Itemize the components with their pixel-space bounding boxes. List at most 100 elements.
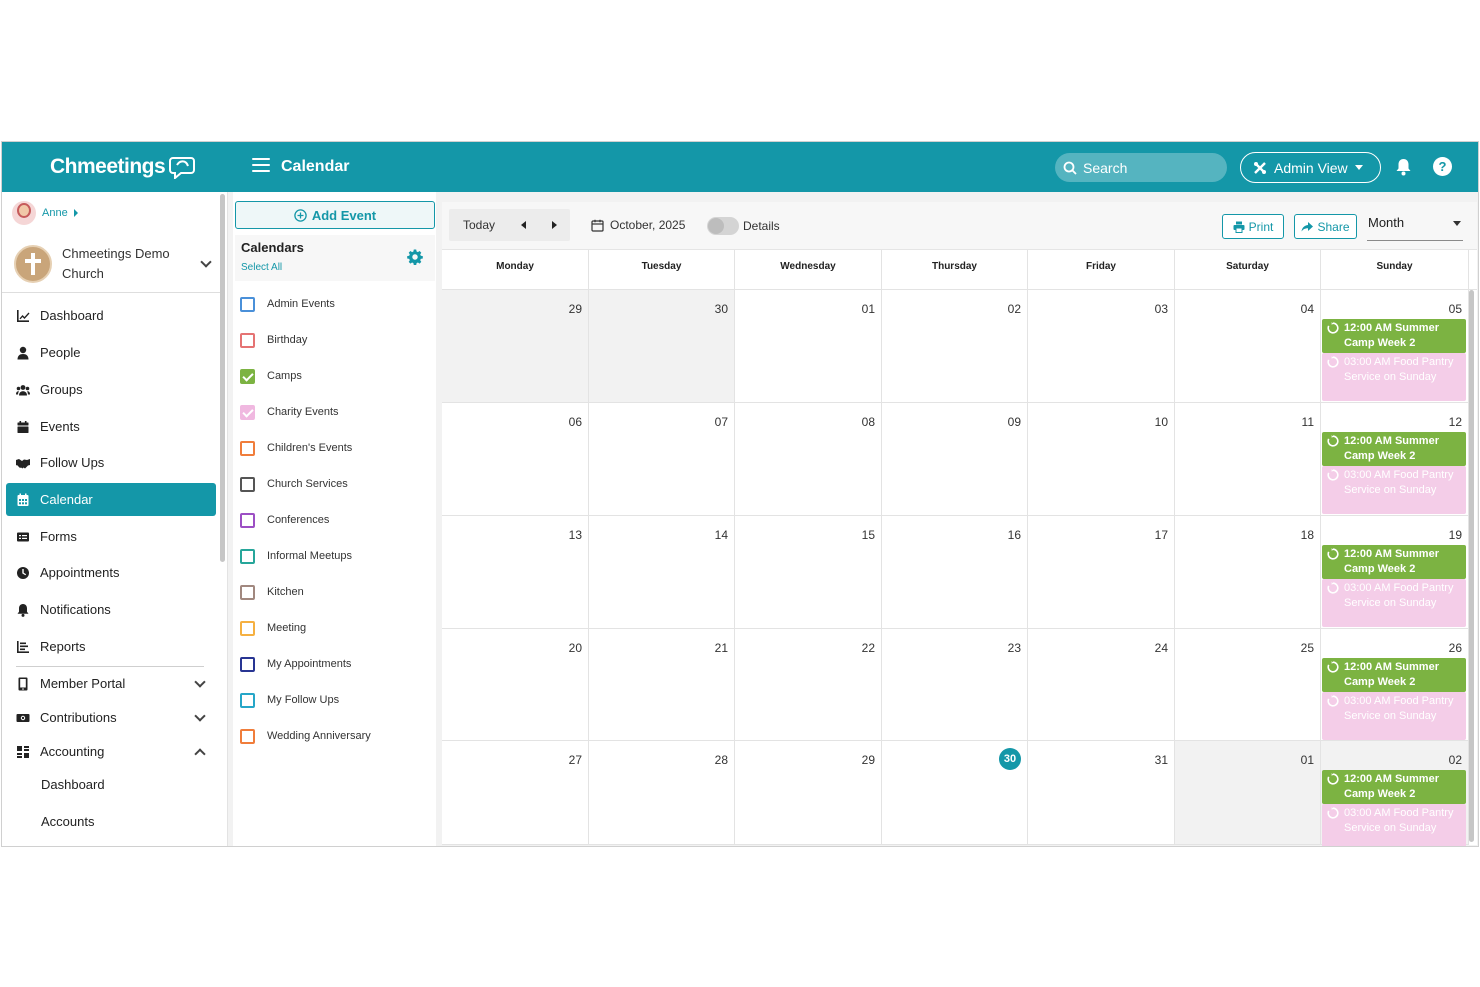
calendar-filter-item[interactable]: Conferences [240,512,329,528]
calendar-checkbox[interactable] [240,332,255,348]
day-cell[interactable]: 12 12:00 AM Summer Camp Week 2 03:00 AM Fo… [1321,403,1469,516]
sidebar-item-accounting[interactable]: Accounting [6,735,216,768]
date-picker[interactable]: October, 2025 [591,218,685,232]
day-cell[interactable]: 30 [882,741,1028,845]
day-cell[interactable]: 31 [1028,741,1175,845]
gear-icon[interactable] [407,249,423,265]
event-summer-camp[interactable]: 12:00 AM Summer Camp Week 2 [1322,770,1466,804]
add-event-button[interactable]: Add Event [235,201,435,229]
calendar-checkbox[interactable] [240,548,255,564]
event-food-pantry[interactable]: 03:00 AM Food Pantry Service on Sunday [1322,579,1466,627]
user-menu[interactable]: Anne [12,201,78,225]
sidebar-subitem-accounts[interactable]: Accounts [41,814,94,829]
calendar-checkbox[interactable] [240,728,255,744]
day-cell[interactable]: 03 [1028,290,1175,403]
today-button[interactable]: Today [463,218,495,232]
day-cell[interactable]: 11 [1175,403,1321,516]
calendar-filter-item[interactable]: Church Services [240,476,348,492]
sidebar-item-dashboard[interactable]: Dashboard [6,299,216,332]
day-cell[interactable]: 04 [1175,290,1321,403]
event-food-pantry[interactable]: 03:00 AM Food Pantry Service on Sunday [1322,466,1466,514]
notifications-bell-icon[interactable] [1395,158,1412,176]
sidebar-scrollbar[interactable] [220,194,225,562]
view-select[interactable]: Month [1367,212,1463,241]
day-cell[interactable]: 14 [589,516,735,629]
prev-arrow-icon[interactable] [521,221,526,229]
admin-view-button[interactable]: Admin View [1240,152,1381,183]
day-cell[interactable]: 16 [882,516,1028,629]
help-icon[interactable]: ? [1433,157,1452,176]
church-selector[interactable]: Chmeetings Demo Church [14,242,219,286]
day-cell[interactable]: 09 [882,403,1028,516]
day-cell[interactable]: 21 [589,629,735,741]
calendar-filter-item[interactable]: Children's Events [240,440,352,456]
day-cell[interactable]: 29 [735,741,882,845]
sidebar-subitem-dashboard[interactable]: Dashboard [41,777,105,792]
details-toggle[interactable] [707,217,739,235]
day-cell[interactable]: 27 [442,741,589,845]
sidebar-item-groups[interactable]: Groups [6,373,216,406]
print-button[interactable]: Print [1222,214,1284,239]
calendar-scrollbar[interactable] [1469,290,1474,842]
sidebar-item-member-portal[interactable]: Member Portal [6,667,216,700]
sidebar-item-forms[interactable]: Forms [6,520,216,553]
calendar-checkbox[interactable] [240,404,255,420]
calendar-checkbox[interactable] [240,368,255,384]
calendar-checkbox[interactable] [240,584,255,600]
calendar-checkbox[interactable] [240,440,255,456]
day-cell[interactable]: 10 [1028,403,1175,516]
sidebar-item-follow-ups[interactable]: Follow Ups [6,446,216,479]
day-cell[interactable]: 19 12:00 AM Summer Camp Week 2 03:00 AM Fo… [1321,516,1469,629]
day-cell[interactable]: 22 [735,629,882,741]
day-cell[interactable]: 23 [882,629,1028,741]
day-cell[interactable]: 08 [735,403,882,516]
share-button[interactable]: Share [1294,214,1357,239]
select-all-link[interactable]: Select All [241,262,282,273]
day-cell[interactable]: 05 12:00 AM Summer Camp Week 2 03:00 AM Fo… [1321,290,1469,403]
day-cell[interactable]: 29 [442,290,589,403]
calendar-checkbox[interactable] [240,512,255,528]
day-cell[interactable]: 07 [589,403,735,516]
calendar-filter-item[interactable]: Wedding Anniversary [240,728,371,744]
sidebar-item-people[interactable]: People [6,336,216,369]
day-cell[interactable]: 28 [589,741,735,845]
event-food-pantry[interactable]: 03:00 AM Food Pantry Service on Sunday [1322,804,1466,846]
logo[interactable]: Chmeetings [50,155,196,179]
calendar-checkbox[interactable] [240,476,255,492]
calendar-filter-item[interactable]: Kitchen [240,584,304,600]
calendar-checkbox[interactable] [240,692,255,708]
menu-icon[interactable] [252,158,270,174]
calendar-filter-item[interactable]: Informal Meetups [240,548,352,564]
day-cell[interactable]: 06 [442,403,589,516]
calendar-filter-item[interactable]: My Follow Ups [240,692,339,708]
sidebar-item-reports[interactable]: Reports [6,630,216,663]
event-summer-camp[interactable]: 12:00 AM Summer Camp Week 2 [1322,658,1466,692]
event-food-pantry[interactable]: 03:00 AM Food Pantry Service on Sunday [1322,353,1466,401]
day-cell[interactable]: 17 [1028,516,1175,629]
calendar-filter-item[interactable]: Camps [240,368,302,384]
sidebar-item-appointments[interactable]: Appointments [6,556,216,589]
search-input[interactable]: Search [1055,153,1227,182]
sidebar-item-contributions[interactable]: Contributions [6,701,216,734]
calendar-filter-item[interactable]: Meeting [240,620,306,636]
next-arrow-icon[interactable] [552,221,557,229]
event-summer-camp[interactable]: 12:00 AM Summer Camp Week 2 [1322,545,1466,579]
day-cell[interactable]: 15 [735,516,882,629]
day-cell[interactable]: 24 [1028,629,1175,741]
event-food-pantry[interactable]: 03:00 AM Food Pantry Service on Sunday [1322,692,1466,740]
calendar-filter-item[interactable]: Birthday [240,332,307,348]
day-cell[interactable]: 02 [882,290,1028,403]
day-cell[interactable]: 20 [442,629,589,741]
day-cell[interactable]: 30 [589,290,735,403]
sidebar-item-notifications[interactable]: Notifications [6,593,216,626]
event-summer-camp[interactable]: 12:00 AM Summer Camp Week 2 [1322,319,1466,353]
sidebar-item-events[interactable]: Events [6,410,216,443]
day-cell[interactable]: 01 [1175,741,1321,845]
sidebar-item-calendar[interactable]: Calendar [6,483,216,516]
day-cell[interactable]: 26 12:00 AM Summer Camp Week 2 03:00 AM Fo… [1321,629,1469,741]
calendar-checkbox[interactable] [240,296,255,312]
day-cell[interactable]: 02 12:00 AM Summer Camp Week 2 03:00 AM Fo… [1321,741,1469,846]
day-cell[interactable]: 13 [442,516,589,629]
calendar-filter-item[interactable]: My Appointments [240,656,351,672]
calendar-checkbox[interactable] [240,656,255,672]
